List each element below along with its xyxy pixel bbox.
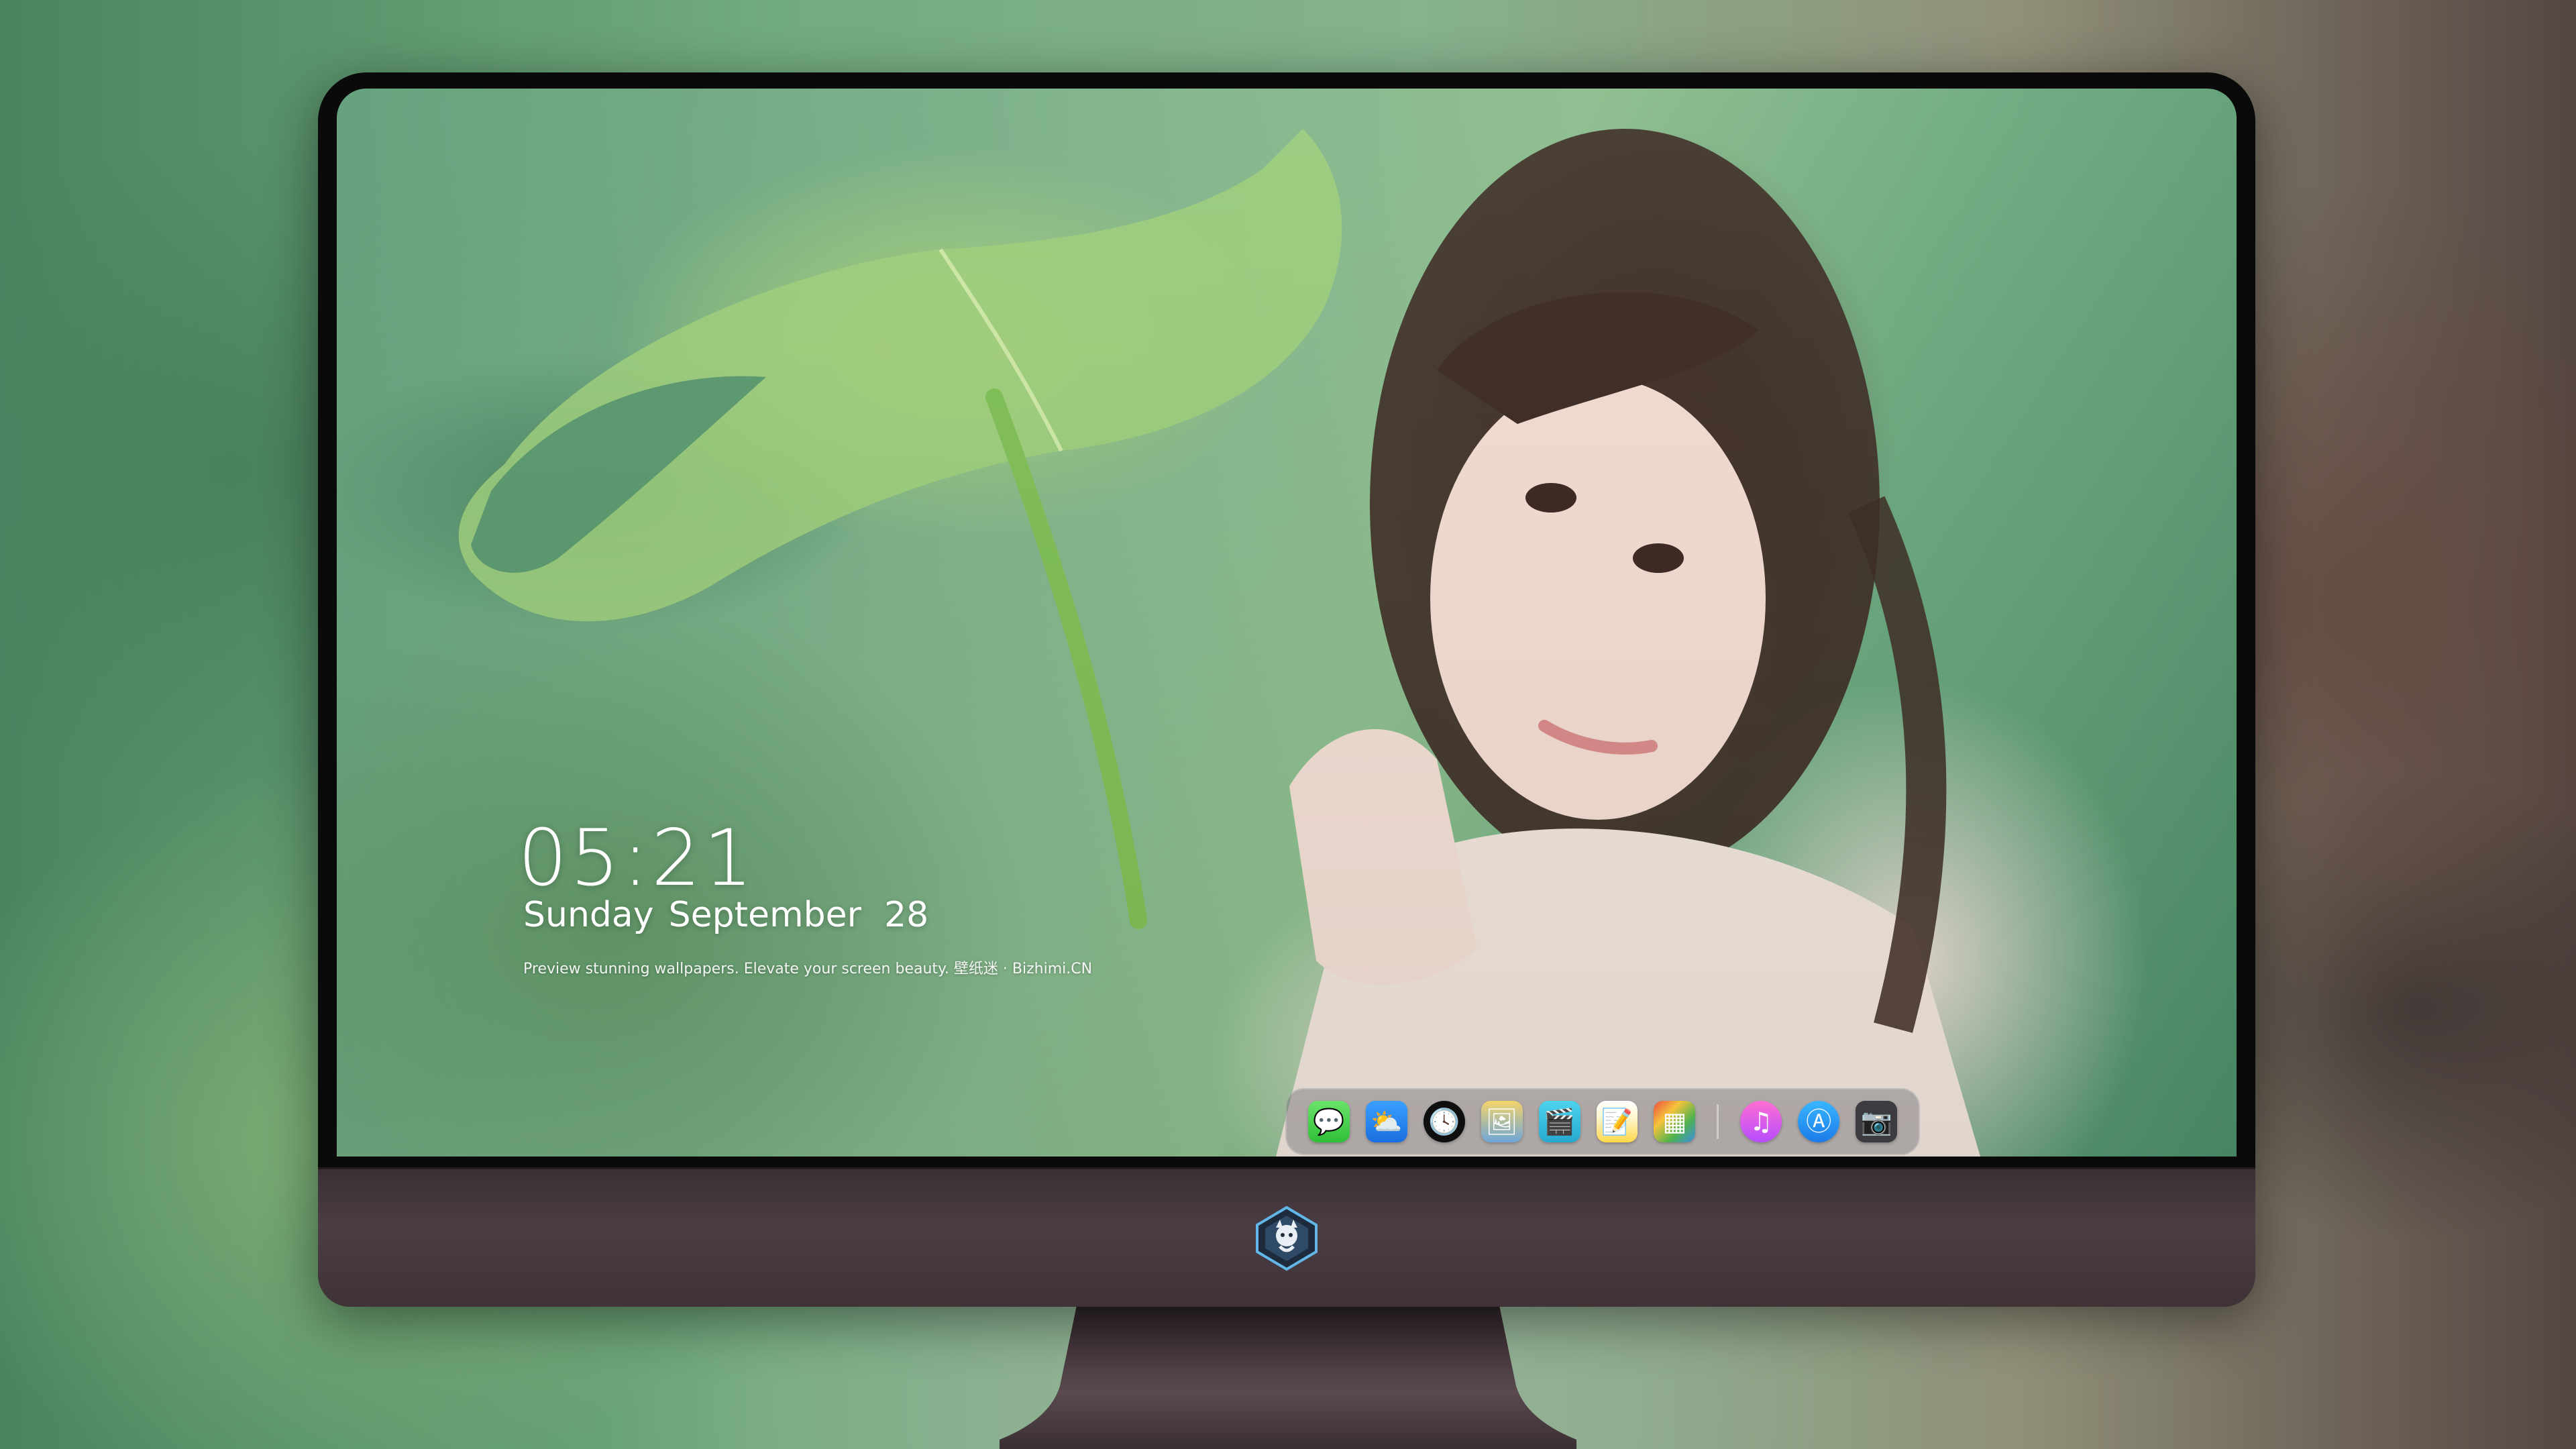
wallpaper-caption: Preview stunning wallpapers. Elevate you… <box>523 961 1093 977</box>
date-day: 28 <box>884 895 929 935</box>
camera-icon[interactable]: 📷 <box>1856 1101 1898 1142</box>
clock-icon[interactable]: 🕓 <box>1423 1101 1465 1142</box>
weather-icon[interactable]: ⛅ <box>1365 1101 1407 1142</box>
photo-booth-icon[interactable]: ▦ <box>1654 1101 1696 1142</box>
dock-separator <box>1717 1104 1719 1139</box>
app-store-icon[interactable]: Ⓐ <box>1798 1101 1840 1142</box>
music-icon[interactable]: ♫ <box>1740 1101 1782 1142</box>
clapperboard-icon[interactable]: 🎬 <box>1538 1101 1580 1142</box>
notes-icon[interactable]: 📝 <box>1596 1101 1638 1142</box>
lock-screen: 05:21 Sunday September 28 Preview stunning… <box>337 89 2237 1157</box>
wallpaper-image <box>458 129 1980 1157</box>
desktop-background: 05:21 Sunday September 28 Preview stunning… <box>0 0 2576 1449</box>
messages-icon[interactable]: 💬 <box>1308 1101 1350 1142</box>
brand-logo-icon <box>1256 1205 1318 1271</box>
date-month: September <box>668 895 861 935</box>
lock-screen-clock: 05:21 <box>518 813 756 904</box>
lock-screen-date: Sunday September 28 <box>523 895 928 935</box>
dock: 💬 ⛅ 🕓 🖼 🎬 📝 ▦ ♫ Ⓐ 📷 <box>1285 1088 1920 1155</box>
monitor-stand <box>1000 1305 1576 1449</box>
preview-icon[interactable]: 🖼 <box>1481 1101 1523 1142</box>
date-weekday: Sunday <box>523 895 654 935</box>
monitor: 05:21 Sunday September 28 Preview stunning… <box>318 72 2255 1307</box>
